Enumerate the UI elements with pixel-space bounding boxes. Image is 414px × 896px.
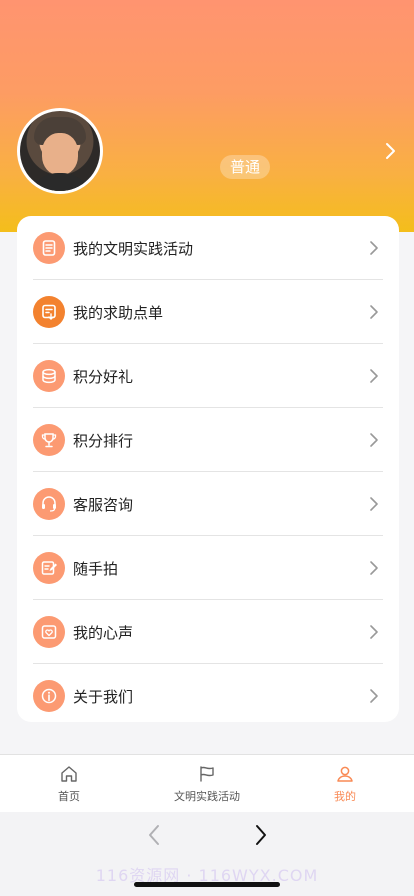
avatar-image bbox=[20, 111, 100, 191]
menu-item-label: 客服咨询 bbox=[73, 495, 134, 514]
menu-item-label: 关于我们 bbox=[73, 687, 134, 706]
member-level-badge: 普通 bbox=[220, 155, 270, 179]
menu-item-customer-service[interactable]: 客服咨询 bbox=[33, 472, 383, 536]
menu-item-label: 积分好礼 bbox=[73, 367, 134, 386]
bottom-tab-bar: 首页 文明实践活动 我的 bbox=[0, 754, 414, 812]
menu-item-label: 随手拍 bbox=[73, 559, 119, 578]
heart-message-icon bbox=[33, 616, 65, 648]
info-icon bbox=[33, 680, 65, 712]
tab-label: 文明实践活动 bbox=[174, 790, 240, 803]
chevron-right-icon bbox=[370, 241, 378, 255]
home-icon bbox=[61, 766, 77, 782]
chevron-right-icon[interactable] bbox=[383, 141, 397, 161]
menu-item-about-us[interactable]: 关于我们 bbox=[33, 664, 383, 728]
menu-item-points-gifts[interactable]: 积分好礼 bbox=[33, 344, 383, 408]
home-indicator[interactable] bbox=[134, 882, 280, 887]
chevron-right-icon bbox=[370, 369, 378, 383]
tab-label: 首页 bbox=[58, 790, 80, 803]
chevron-right-icon bbox=[370, 561, 378, 575]
headset-icon bbox=[33, 488, 65, 520]
chevron-right-icon bbox=[370, 305, 378, 319]
document-icon bbox=[33, 232, 65, 264]
tab-activities[interactable]: 文明实践活动 bbox=[138, 755, 276, 813]
tab-home[interactable]: 首页 bbox=[0, 755, 138, 813]
menu-item-my-voice[interactable]: 我的心声 bbox=[33, 600, 383, 664]
chevron-right-icon bbox=[370, 433, 378, 447]
request-order-icon bbox=[33, 296, 65, 328]
menu-item-help-orders[interactable]: 我的求助点单 bbox=[33, 280, 383, 344]
menu-item-points-ranking[interactable]: 积分排行 bbox=[33, 408, 383, 472]
menu-item-snapshot[interactable]: 随手拍 bbox=[33, 536, 383, 600]
menu-item-label: 积分排行 bbox=[73, 431, 134, 450]
menu-item-label: 我的求助点单 bbox=[73, 303, 164, 322]
edit-note-icon bbox=[33, 552, 65, 584]
user-icon bbox=[337, 766, 353, 782]
forward-arrow-icon[interactable] bbox=[246, 822, 276, 848]
menu-item-label: 我的文明实践活动 bbox=[73, 239, 194, 258]
flag-icon bbox=[200, 766, 214, 782]
menu-item-label: 我的心声 bbox=[73, 623, 134, 642]
avatar[interactable] bbox=[17, 108, 103, 194]
menu-item-my-activities[interactable]: 我的文明实践活动 bbox=[33, 216, 383, 280]
tab-label: 我的 bbox=[334, 790, 356, 803]
browser-toolbar: 116资源网 · 116WYX.COM bbox=[0, 812, 414, 896]
trophy-icon bbox=[33, 424, 65, 456]
chevron-right-icon bbox=[370, 625, 378, 639]
profile-header: 普通 bbox=[0, 0, 414, 232]
chevron-right-icon bbox=[370, 497, 378, 511]
menu-card: 我的文明实践活动 我的求助点单 积分好礼 积分排行 客服咨询 随手拍 我的心声 … bbox=[17, 216, 399, 722]
chevron-right-icon bbox=[370, 689, 378, 703]
tab-mine[interactable]: 我的 bbox=[276, 755, 414, 813]
coins-stack-icon bbox=[33, 360, 65, 392]
back-arrow-icon[interactable] bbox=[140, 822, 170, 848]
